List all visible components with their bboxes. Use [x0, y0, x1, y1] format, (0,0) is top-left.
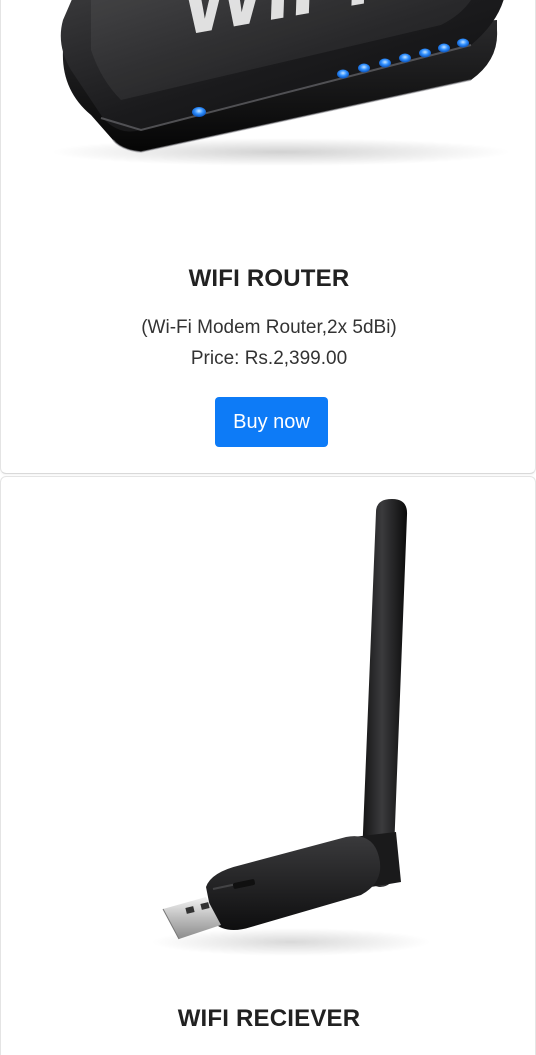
product-card-wifi-receiver: WIFI RECIEVER [0, 476, 536, 1055]
product-list-page: WiFi WIFI ROUTER (Wi-Fi Modem Router,2x … [0, 0, 536, 1055]
product-description: (Wi-Fi Modem Router,2x 5dBi) [141, 317, 397, 338]
wifi-usb-receiver-image [151, 499, 431, 956]
product-card-wifi-router: WiFi WIFI ROUTER (Wi-Fi Modem Router,2x … [0, 0, 536, 474]
product-title: WIFI ROUTER [188, 265, 350, 292]
wifi-router-image: WiFi [51, 0, 511, 166]
buy-now-button[interactable]: Buy now [215, 397, 328, 447]
product-title: WIFI RECIEVER [177, 1005, 361, 1032]
product-price: Price: Rs.2,399.00 [190, 348, 348, 369]
